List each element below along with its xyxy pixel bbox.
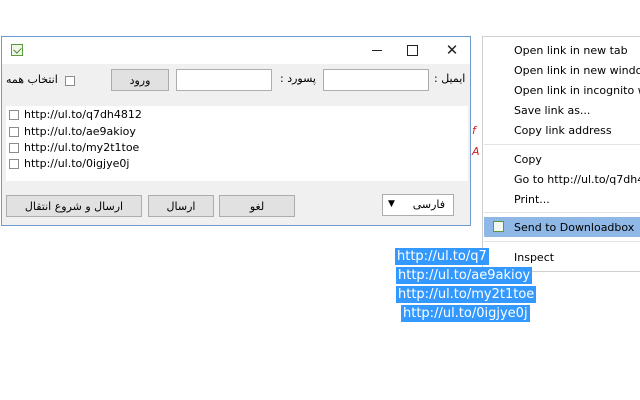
send-and-transfer-button[interactable]: ارسال و شروع انتقال [6, 195, 142, 217]
menu-item-open-new-window[interactable]: Open link in new window [514, 64, 640, 77]
menu-item-open-new-tab[interactable]: Open link in new tab [514, 44, 628, 57]
language-select[interactable]: ▼ فارسی [382, 194, 454, 216]
email-field[interactable] [323, 69, 429, 91]
menu-separator [484, 144, 640, 145]
page-red-text: f [472, 124, 476, 137]
menu-item-copy[interactable]: Copy [514, 153, 542, 166]
menu-item-send-to-downloadbox[interactable]: Send to Downloadbox [514, 221, 634, 234]
menu-item-copy-link-address[interactable]: Copy link address [514, 124, 612, 137]
password-label: پسورد : [280, 72, 316, 85]
close-icon: ✕ [445, 41, 459, 59]
cancel-button[interactable]: لغو [219, 195, 295, 217]
link-checkbox[interactable] [9, 110, 19, 120]
downloadbox-dialog: ✕ ایمیل : پسورد : ورود انتخاب همه http:/… [1, 36, 471, 226]
selected-link-text[interactable]: http://ul.to/ae9akioy [396, 267, 533, 284]
menu-separator [484, 212, 640, 213]
link-checkbox[interactable] [9, 127, 19, 137]
link-checkbox[interactable] [9, 159, 19, 169]
list-item: http://ul.to/my2t1toe [6, 140, 206, 156]
maximize-icon [406, 45, 418, 56]
app-icon [11, 44, 23, 56]
password-field[interactable] [176, 69, 272, 91]
select-all-label: انتخاب همه [6, 73, 58, 86]
link-checkbox[interactable] [9, 143, 19, 153]
link-url: http://ul.to/my2t1toe [24, 141, 140, 154]
link-url: http://ul.to/q7dh4812 [24, 108, 142, 121]
close-button[interactable]: ✕ [432, 37, 472, 64]
selected-link-text[interactable]: http://ul.to/0igjye0j [401, 305, 530, 322]
menu-item-open-incognito[interactable]: Open link in incognito wind [514, 84, 640, 97]
menu-item-go-to[interactable]: Go to http://ul.to/q7dh481 [514, 173, 640, 186]
minimize-button[interactable] [357, 37, 397, 64]
list-item: http://ul.to/ae9akioy [6, 124, 206, 140]
menu-separator [484, 241, 640, 242]
login-button[interactable]: ورود [111, 69, 169, 91]
link-url: http://ul.to/0igjye0j [24, 157, 130, 170]
email-label: ایمیل : [434, 72, 466, 85]
link-url: http://ul.to/ae9akioy [24, 125, 136, 138]
menu-item-save-link[interactable]: Save link as... [514, 104, 590, 117]
language-value: فارسی [412, 198, 445, 211]
login-toolbar: ایمیل : پسورد : ورود انتخاب همه [2, 64, 470, 106]
menu-item-inspect[interactable]: Inspect [514, 251, 554, 264]
selected-link-text[interactable]: http://ul.to/q7 [395, 248, 489, 265]
title-bar[interactable]: ✕ [2, 37, 470, 64]
context-menu: Open link in new tab Open link in new wi… [482, 36, 640, 272]
dropdown-caret-icon: ▼ [388, 199, 395, 209]
send-button[interactable]: ارسال [148, 195, 214, 217]
menu-item-print[interactable]: Print... [514, 193, 550, 206]
link-list: http://ul.to/q7dh4812 http://ul.to/ae9ak… [6, 106, 468, 181]
list-item: http://ul.to/q7dh4812 [6, 107, 206, 123]
page-red-text: A [472, 145, 480, 158]
list-item: http://ul.to/0igjye0j [6, 156, 206, 172]
minimize-icon [372, 50, 382, 51]
downloadbox-icon [493, 221, 504, 232]
maximize-button[interactable] [392, 37, 432, 64]
selected-link-text[interactable]: http://ul.to/my2t1toe [396, 286, 537, 303]
select-all-checkbox[interactable] [65, 76, 75, 86]
